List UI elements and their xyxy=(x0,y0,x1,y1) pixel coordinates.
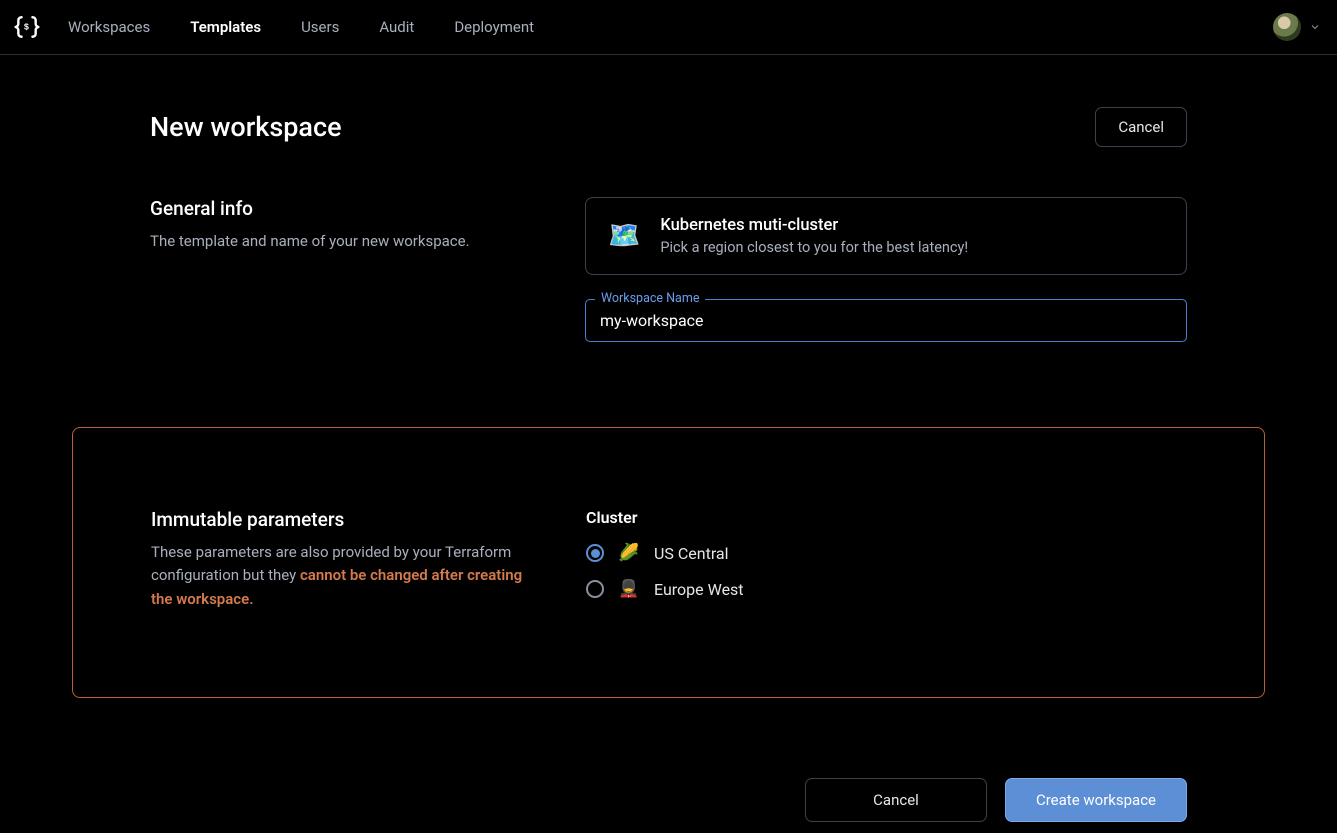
nav-links: Workspaces Templates Users Audit Deploym… xyxy=(68,18,534,36)
create-workspace-button[interactable]: Create workspace xyxy=(1005,778,1187,822)
corn-icon: 🌽 xyxy=(618,543,640,563)
template-desc: Pick a region closest to you for the bes… xyxy=(660,239,968,256)
cluster-label: Cluster xyxy=(586,508,1186,527)
logo-icon[interactable]: $ xyxy=(14,14,40,40)
top-nav: $ Workspaces Templates Users Audit Deplo… xyxy=(0,0,1337,55)
guard-icon: 💂 xyxy=(618,579,640,599)
template-card[interactable]: 🗺️ Kubernetes muti-cluster Pick a region… xyxy=(585,197,1187,275)
nav-audit[interactable]: Audit xyxy=(379,18,414,36)
immutable-desc: These parameters are also provided by yo… xyxy=(151,541,546,611)
cluster-option-label: US Central xyxy=(654,544,729,563)
general-info-desc: The template and name of your new worksp… xyxy=(150,230,545,253)
cancel-button[interactable]: Cancel xyxy=(805,778,987,822)
user-menu[interactable] xyxy=(1273,13,1321,41)
svg-text:$: $ xyxy=(24,22,29,32)
template-name: Kubernetes muti-cluster xyxy=(660,216,968,235)
chevron-down-icon xyxy=(1309,21,1321,33)
immutable-parameters-panel: Immutable parameters These parameters ar… xyxy=(72,427,1265,698)
nav-users[interactable]: Users xyxy=(301,18,339,36)
cluster-option-us-central[interactable]: 🌽 US Central xyxy=(586,543,1186,563)
workspace-name-label: Workspace Name xyxy=(595,291,705,306)
avatar xyxy=(1273,13,1301,41)
cluster-option-europe-west[interactable]: 💂 Europe West xyxy=(586,579,1186,599)
footer-actions: Cancel Create workspace xyxy=(150,778,1187,822)
radio-icon xyxy=(586,544,604,562)
cancel-button-top[interactable]: Cancel xyxy=(1095,107,1187,147)
cluster-option-label: Europe West xyxy=(654,580,744,599)
nav-workspaces[interactable]: Workspaces xyxy=(68,18,150,36)
immutable-heading: Immutable parameters xyxy=(151,508,546,531)
workspace-name-field: Workspace Name xyxy=(585,299,1187,342)
radio-icon xyxy=(586,580,604,598)
nav-templates[interactable]: Templates xyxy=(190,18,261,36)
page-title: New workspace xyxy=(150,111,342,143)
general-info-heading: General info xyxy=(150,197,545,220)
globe-map-icon: 🗺️ xyxy=(608,223,640,249)
nav-deployment[interactable]: Deployment xyxy=(454,18,534,36)
